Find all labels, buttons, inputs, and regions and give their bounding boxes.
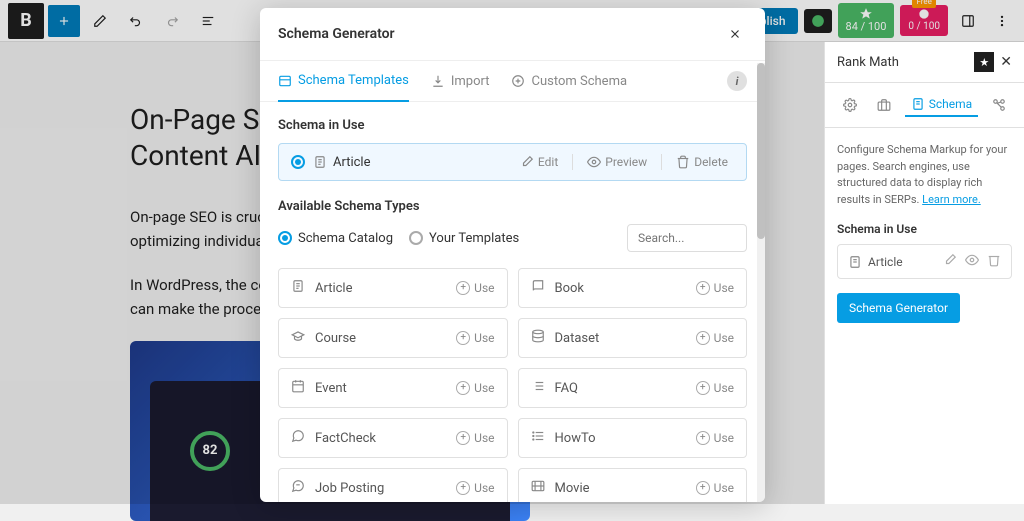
use-button[interactable]: +Use xyxy=(456,481,494,495)
star-icon[interactable]: ★ xyxy=(974,52,994,72)
modal-close-button[interactable] xyxy=(723,22,747,46)
section-schema-in-use: Schema in Use xyxy=(278,118,747,133)
use-button[interactable]: +Use xyxy=(696,481,734,495)
filter-your-templates[interactable]: Your Templates xyxy=(409,231,519,246)
schema-card-label: Event xyxy=(315,381,448,396)
schema-card-faq[interactable]: FAQ +Use xyxy=(518,368,748,408)
sidebar-schema-item: Article xyxy=(837,244,1012,279)
sidebar-tab-general[interactable] xyxy=(837,94,863,116)
schema-card-book[interactable]: Book +Use xyxy=(518,268,748,308)
delete-action[interactable]: Delete xyxy=(670,155,734,169)
schema-card-job-posting[interactable]: Job Posting +Use xyxy=(278,468,508,502)
sidebar-tab-social[interactable] xyxy=(986,94,1012,116)
schema-card-label: FAQ xyxy=(555,381,688,396)
sidebar-description: Configure Schema Markup for your pages. … xyxy=(837,142,1012,208)
use-button[interactable]: +Use xyxy=(696,431,734,445)
schema-icon xyxy=(531,379,547,397)
schema-icon xyxy=(291,479,307,497)
schema-card-factcheck[interactable]: FactCheck +Use xyxy=(278,418,508,458)
modal-title: Schema Generator xyxy=(278,26,395,42)
schema-card-label: Job Posting xyxy=(315,481,448,496)
use-button[interactable]: +Use xyxy=(696,281,734,295)
tab-schema-templates[interactable]: Schema Templates xyxy=(278,61,409,102)
use-button[interactable]: +Use xyxy=(456,331,494,345)
rank-math-sidebar: Rank Math ★ ✕ Schema Configure Schema Ma… xyxy=(824,42,1024,504)
info-icon[interactable]: i xyxy=(727,71,747,91)
sidebar-tab-schema[interactable]: Schema xyxy=(905,93,978,117)
sidebar-title: Rank Math xyxy=(837,55,899,70)
use-button[interactable]: +Use xyxy=(696,381,734,395)
modal-scrollbar[interactable] xyxy=(757,63,765,502)
sidebar-edit-icon[interactable] xyxy=(943,253,957,270)
use-button[interactable]: +Use xyxy=(696,331,734,345)
schema-icon xyxy=(291,379,307,397)
section-available-schemas: Available Schema Types xyxy=(278,199,747,214)
schema-card-label: Movie xyxy=(555,481,688,496)
schema-card-label: Course xyxy=(315,331,448,346)
schema-search-input[interactable] xyxy=(627,224,747,252)
filter-catalog[interactable]: Schema Catalog xyxy=(278,231,393,246)
schema-card-dataset[interactable]: Dataset +Use xyxy=(518,318,748,358)
preview-action[interactable]: Preview xyxy=(581,155,653,169)
sidebar-preview-icon[interactable] xyxy=(965,253,979,270)
sidebar-section-label: Schema in Use xyxy=(837,222,1012,236)
schema-generator-button[interactable]: Schema Generator xyxy=(837,293,960,323)
schema-card-label: Dataset xyxy=(555,331,688,346)
radio-selected[interactable] xyxy=(291,155,305,169)
tab-custom-schema[interactable]: Custom Schema xyxy=(511,62,627,101)
schema-in-use-item: Article Edit Preview Delete xyxy=(278,143,747,181)
learn-more-link[interactable]: Learn more. xyxy=(922,193,981,206)
schema-card-movie[interactable]: Movie +Use xyxy=(518,468,748,502)
schema-icon xyxy=(531,279,547,297)
schema-card-course[interactable]: Course +Use xyxy=(278,318,508,358)
schema-icon xyxy=(291,429,307,447)
schema-card-howto[interactable]: HowTo +Use xyxy=(518,418,748,458)
edit-action[interactable]: Edit xyxy=(514,155,564,169)
schema-icon xyxy=(531,329,547,347)
schema-card-event[interactable]: Event +Use xyxy=(278,368,508,408)
use-button[interactable]: +Use xyxy=(456,281,494,295)
schema-card-label: FactCheck xyxy=(315,431,448,446)
schema-icon xyxy=(531,429,547,447)
schema-generator-modal: Schema Generator Schema Templates Import… xyxy=(260,8,765,502)
schema-card-article[interactable]: Article +Use xyxy=(278,268,508,308)
use-button[interactable]: +Use xyxy=(456,431,494,445)
schema-icon xyxy=(291,329,307,347)
tab-import[interactable]: Import xyxy=(431,62,490,101)
schema-card-label: Article xyxy=(315,281,448,296)
sidebar-tab-advanced[interactable] xyxy=(871,94,897,116)
schema-card-label: HowTo xyxy=(555,431,688,446)
schema-card-label: Book xyxy=(555,281,688,296)
schema-icon xyxy=(291,279,307,297)
schema-name: Article xyxy=(313,155,506,170)
sidebar-delete-icon[interactable] xyxy=(987,253,1001,270)
use-button[interactable]: +Use xyxy=(456,381,494,395)
sidebar-close[interactable]: ✕ xyxy=(1000,54,1012,70)
schema-icon xyxy=(531,479,547,497)
